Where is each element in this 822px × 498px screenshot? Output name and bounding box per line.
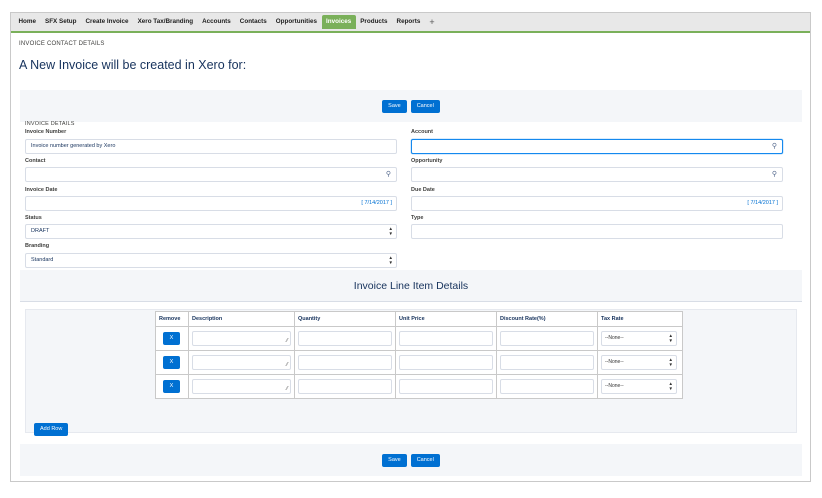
add-tab-button[interactable]: +: [425, 15, 439, 29]
tab-reports[interactable]: Reports: [392, 15, 425, 29]
breadcrumb: INVOICE CONTACT DETAILS: [19, 41, 105, 47]
search-icon[interactable]: ⚲: [772, 140, 777, 153]
tax-rate-select[interactable]: --None-- ▲ ▼: [601, 379, 677, 394]
due-date-link[interactable]: [ 7/14/2017 ]: [747, 197, 778, 210]
discount-rate-input[interactable]: [500, 331, 594, 346]
description-textarea[interactable]: ⁄⁄: [192, 379, 291, 394]
column-header-tax-rate: Tax Rate: [597, 311, 683, 327]
opportunity-label: Opportunity: [411, 158, 443, 164]
status-value: DRAFT: [31, 228, 50, 234]
table-row: X ⁄⁄ --None-- ▲ ▼: [155, 374, 683, 399]
tab-products[interactable]: Products: [356, 15, 392, 29]
due-date-input[interactable]: [ 7/14/2017 ]: [411, 196, 783, 211]
spinner-arrows-icon: ▲ ▼: [668, 357, 673, 367]
table-header-row: Remove Description Quantity Unit Price D…: [155, 311, 683, 327]
branding-value: Standard: [31, 257, 54, 263]
invoice-number-label: Invoice Number: [25, 129, 67, 135]
column-header-description: Description: [188, 311, 295, 327]
search-icon[interactable]: ⚲: [772, 168, 777, 181]
quantity-input[interactable]: [298, 355, 392, 370]
line-items-table: Remove Description Quantity Unit Price D…: [155, 311, 683, 399]
status-label: Status: [25, 215, 42, 221]
description-textarea[interactable]: ⁄⁄: [192, 355, 291, 370]
remove-row-button[interactable]: X: [163, 332, 180, 345]
table-row: X ⁄⁄ --None-- ▲ ▼: [155, 326, 683, 351]
column-header-unit-price: Unit Price: [395, 311, 497, 327]
contact-lookup-input[interactable]: ⚲: [25, 167, 397, 182]
tab-sfx-setup[interactable]: SFX Setup: [41, 15, 82, 29]
remove-row-button[interactable]: X: [163, 356, 180, 369]
spinner-arrows-icon: ▲ ▼: [388, 226, 393, 236]
tab-opportunities[interactable]: Opportunities: [271, 15, 321, 29]
branding-select[interactable]: Standard ▲ ▼: [25, 253, 397, 268]
quantity-input[interactable]: [298, 379, 392, 394]
opportunity-lookup-input[interactable]: ⚲: [411, 167, 783, 182]
line-items-title: Invoice Line Item Details: [353, 280, 469, 292]
branding-label: Branding: [25, 243, 50, 249]
unit-price-input[interactable]: [399, 379, 493, 394]
discount-rate-input[interactable]: [500, 379, 594, 394]
column-header-quantity: Quantity: [294, 311, 396, 327]
app-frame: Home SFX Setup Create Invoice Xero Tax/B…: [10, 12, 811, 482]
account-label: Account: [411, 129, 433, 135]
invoice-date-link[interactable]: [ 7/14/2017 ]: [361, 197, 392, 210]
unit-price-input[interactable]: [399, 355, 493, 370]
column-header-remove: Remove: [155, 311, 189, 327]
line-items-panel: Remove Description Quantity Unit Price D…: [25, 309, 797, 436]
due-date-label: Due Date: [411, 187, 435, 193]
top-button-bar: Save Cancel: [20, 90, 802, 122]
unit-price-input[interactable]: [399, 331, 493, 346]
line-items-header: Invoice Line Item Details: [20, 270, 802, 302]
tab-xero-tax-branding[interactable]: Xero Tax/Branding: [133, 15, 198, 29]
invoice-date-input[interactable]: [ 7/14/2017 ]: [25, 196, 397, 211]
account-lookup-input[interactable]: ⚲: [411, 139, 783, 154]
save-button[interactable]: Save: [382, 453, 407, 467]
column-header-discount-rate: Discount Rate(%): [496, 311, 598, 327]
bottom-button-bar: Save Cancel: [20, 444, 802, 476]
type-input[interactable]: [411, 224, 783, 239]
spinner-arrows-icon: ▲ ▼: [668, 333, 673, 343]
spinner-arrows-icon: ▲ ▼: [388, 255, 393, 265]
tab-create-invoice[interactable]: Create Invoice: [81, 15, 133, 29]
save-button[interactable]: Save: [382, 99, 407, 113]
quantity-input[interactable]: [298, 331, 392, 346]
tax-rate-select[interactable]: --None-- ▲ ▼: [601, 355, 677, 370]
resize-handle-icon[interactable]: ⁄⁄: [286, 338, 288, 344]
add-row-button[interactable]: Add Row: [34, 423, 69, 436]
tab-bar: Home SFX Setup Create Invoice Xero Tax/B…: [11, 13, 810, 33]
resize-handle-icon[interactable]: ⁄⁄: [286, 386, 288, 392]
spinner-arrows-icon: ▲ ▼: [668, 381, 673, 391]
tab-home[interactable]: Home: [14, 15, 41, 29]
invoice-number-field: Invoice number generated by Xero: [25, 139, 397, 154]
remove-row-button[interactable]: X: [163, 380, 180, 393]
section-label: INVOICE DETAILS: [25, 121, 75, 127]
tab-contacts[interactable]: Contacts: [235, 15, 271, 29]
discount-rate-input[interactable]: [500, 355, 594, 370]
tax-rate-select[interactable]: --None-- ▲ ▼: [601, 331, 677, 346]
resize-handle-icon[interactable]: ⁄⁄: [286, 362, 288, 368]
contact-label: Contact: [25, 158, 46, 164]
cancel-button[interactable]: Cancel: [410, 99, 440, 113]
invoice-date-label: Invoice Date: [25, 187, 58, 193]
tab-accounts[interactable]: Accounts: [198, 15, 236, 29]
table-row: X ⁄⁄ --None-- ▲ ▼: [155, 350, 683, 375]
cancel-button[interactable]: Cancel: [410, 453, 440, 467]
type-label: Type: [411, 215, 424, 221]
search-icon[interactable]: ⚲: [386, 168, 391, 181]
description-textarea[interactable]: ⁄⁄: [192, 331, 291, 346]
invoice-number-value: Invoice number generated by Xero: [31, 143, 116, 149]
tab-invoices[interactable]: Invoices: [321, 15, 356, 29]
status-select[interactable]: DRAFT ▲ ▼: [25, 224, 397, 239]
page-title: A New Invoice will be created in Xero fo…: [19, 58, 247, 72]
